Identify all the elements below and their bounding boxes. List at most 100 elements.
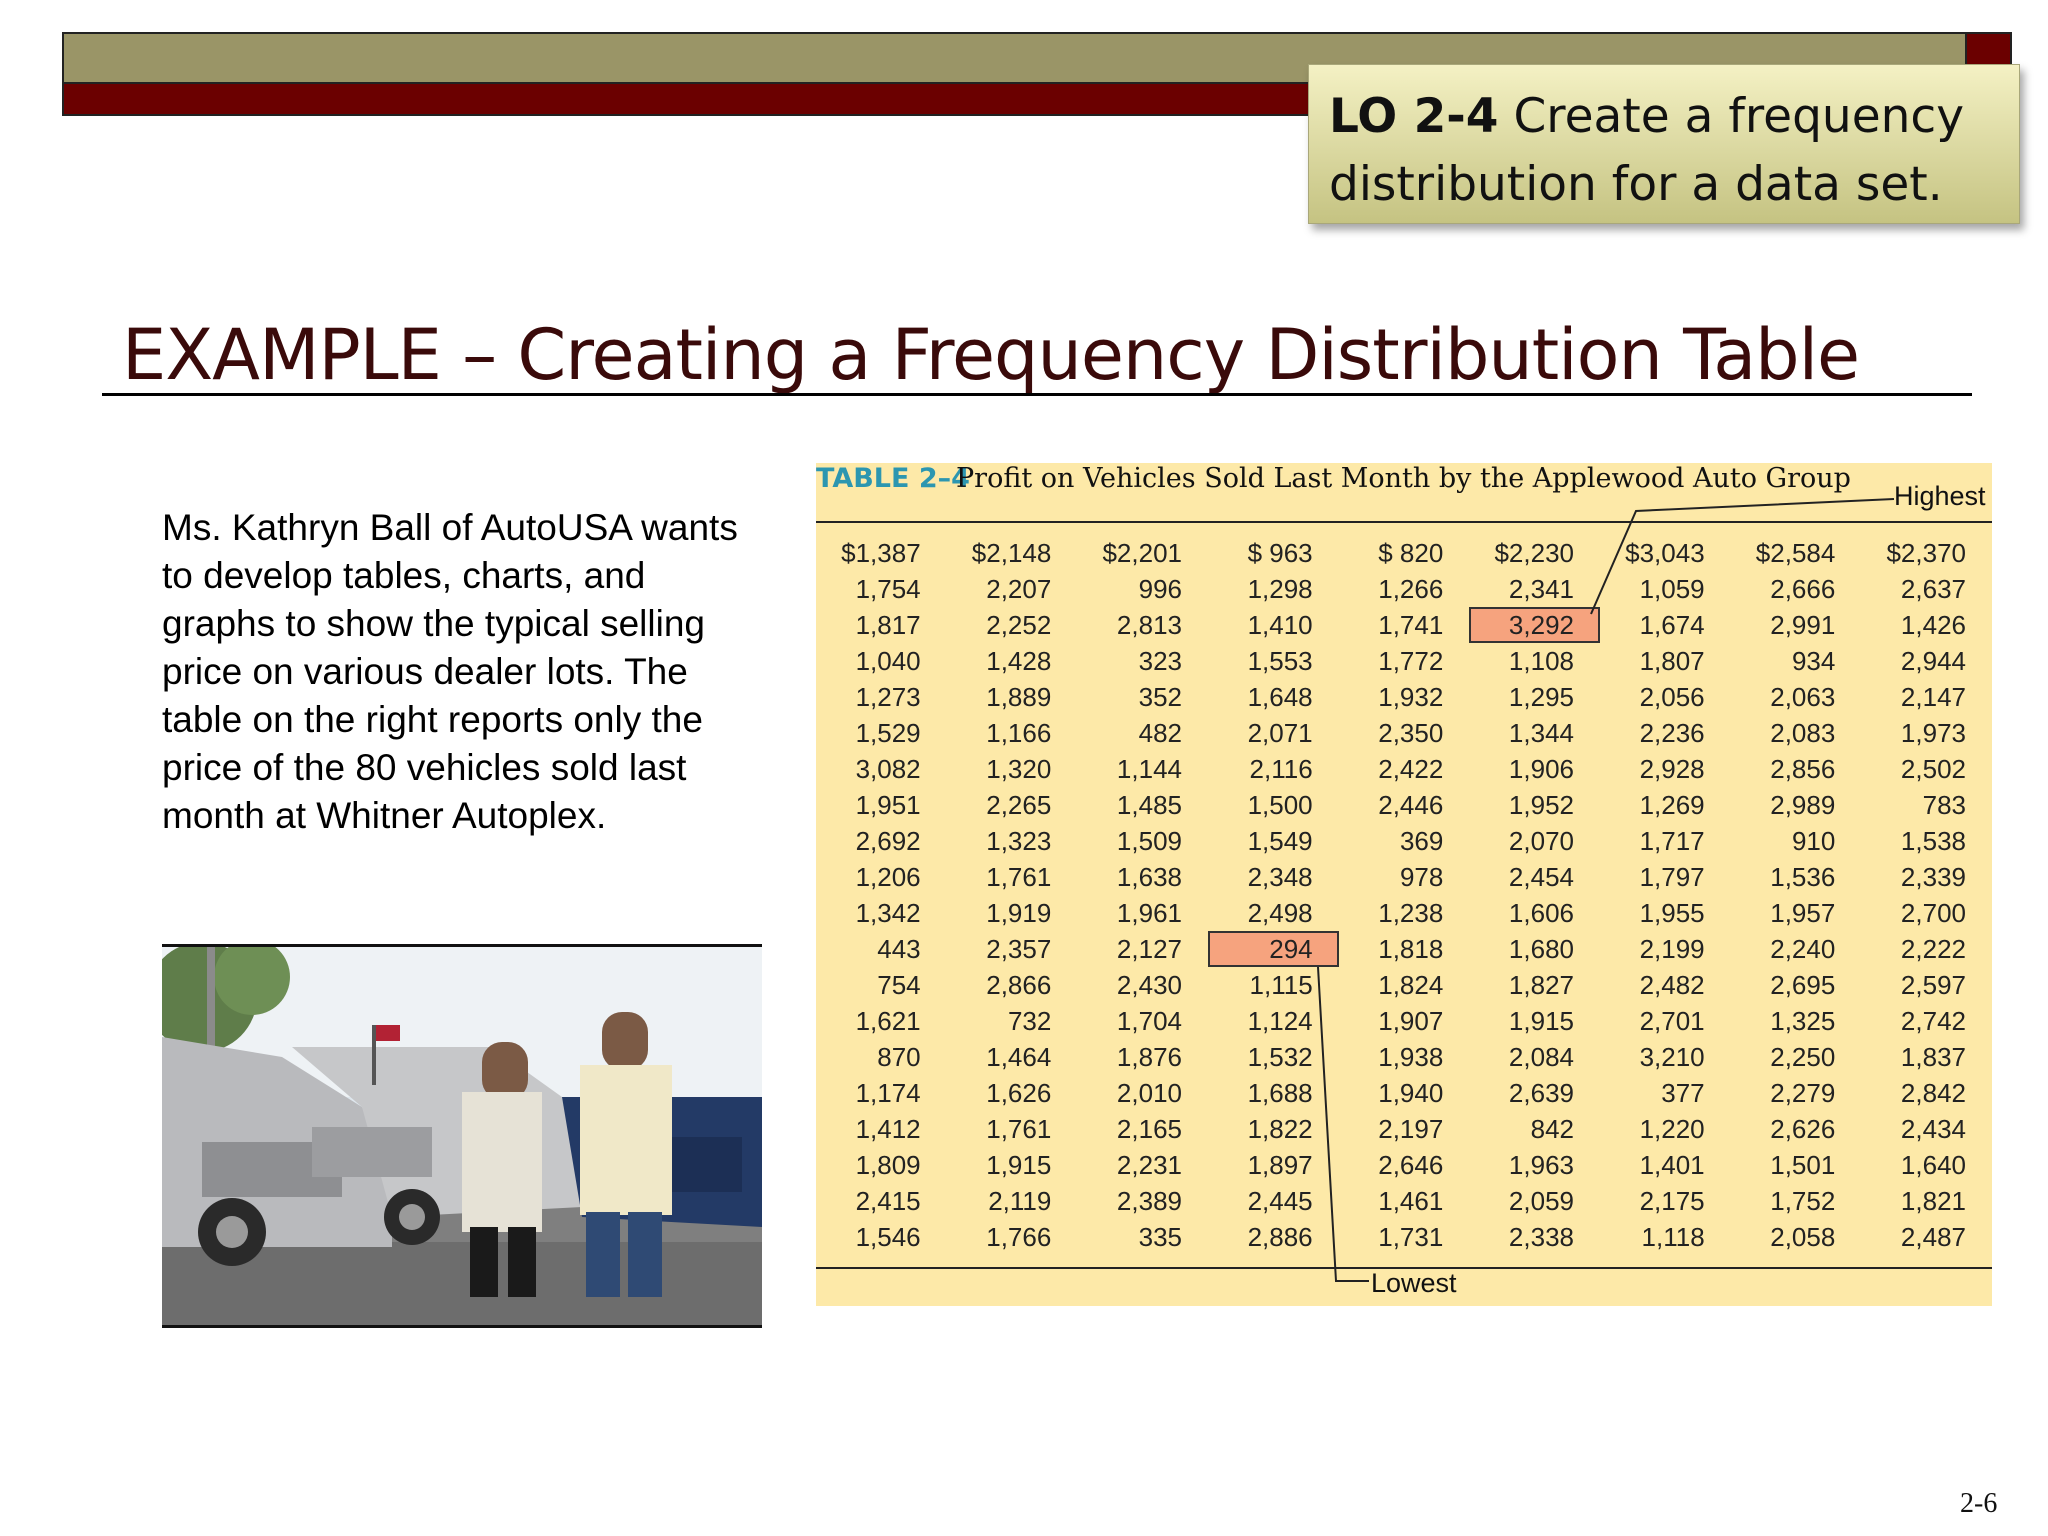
table-cell: $1,387 [841,538,921,568]
table-cell: $2,584 [1755,538,1836,568]
table-cell: 2,350 [1378,718,1444,748]
table-cell: 1,752 [1770,1186,1836,1216]
table-cell: 1,509 [1116,826,1182,856]
profit-table: TABLE 2–4 Profit on Vehicles Sold Last M… [816,463,1992,1306]
table-cell: 1,269 [1639,790,1705,820]
table-cell: 1,640 [1900,1150,1966,1180]
table-cell: 1,761 [986,1114,1052,1144]
table-cell: 1,973 [1900,718,1966,748]
table-cell: 1,464 [986,1042,1052,1072]
table-cell: 1,295 [1508,682,1574,712]
table-cell: 1,040 [855,646,921,676]
table-cell: 1,174 [855,1078,921,1108]
table-cell: $2,370 [1886,538,1966,568]
table-cell: 754 [877,970,921,1000]
table-cell: 1,342 [855,898,921,928]
table-cell: 996 [1138,574,1182,604]
table-cell: 1,108 [1508,646,1574,676]
table-cell: 870 [877,1042,921,1072]
table-cell: 2,222 [1900,934,1966,964]
table-cell: 1,648 [1247,682,1313,712]
table-cell: 1,549 [1247,826,1313,856]
table-cell: 1,606 [1508,898,1574,928]
table-cell: 1,754 [855,574,921,604]
table-cell: 1,761 [986,862,1052,892]
table-cell: 2,415 [855,1186,921,1216]
table-cell: 1,889 [986,682,1052,712]
table-cell: 1,266 [1378,574,1444,604]
table-cell: 1,704 [1116,1006,1182,1036]
table-cell: 910 [1791,826,1836,856]
table-cell: 2,070 [1508,826,1574,856]
table-cell: 2,084 [1508,1042,1574,1072]
table-cell: 1,932 [1378,682,1444,712]
table-cell: 1,206 [855,862,921,892]
table-cell: 2,279 [1770,1078,1836,1108]
table-cell: 352 [1138,682,1182,712]
table-cell: 1,957 [1770,898,1836,928]
table-cell: 1,688 [1247,1078,1313,1108]
table-cell: 1,298 [1247,574,1313,604]
table-cell: 1,940 [1378,1078,1444,1108]
table-cell: 2,059 [1508,1186,1574,1216]
table-cell: 1,680 [1508,934,1574,964]
learning-objective-box: LO 2-4 Create a frequency distribution f… [1308,64,2020,224]
table-cell: 1,166 [986,718,1052,748]
table-cell: 1,674 [1639,610,1705,640]
table-cell: 1,827 [1508,970,1574,1000]
table-cell: 2,886 [1247,1222,1313,1252]
table-cell: 2,197 [1378,1114,1444,1144]
table-cell: 1,731 [1378,1222,1444,1252]
table-cell: 2,991 [1770,610,1836,640]
table-cell: 2,637 [1900,574,1966,604]
table-cell: 2,348 [1247,862,1313,892]
table-grid: $1,387 $2,148 $2,201 $ 963 $ 820 $2,230 $3,043… [816,535,1992,1252]
objective-code: LO 2-4 [1329,89,1499,144]
table-cell: 2,231 [1116,1150,1182,1180]
table-cell: 3,210 [1639,1042,1705,1072]
table-cell: 482 [1138,718,1182,748]
table-cell: 2,083 [1770,718,1836,748]
table-cell: 1,621 [855,1006,921,1036]
table-cell: 2,695 [1770,970,1836,1000]
table-cell: 1,538 [1900,826,1966,856]
table-cell: 2,445 [1247,1186,1313,1216]
title-underline [102,393,1972,396]
table-cell: 2,119 [988,1186,1052,1216]
table-cell: 1,238 [1378,898,1444,928]
table-cell: 1,766 [986,1222,1052,1252]
table-cell: 2,071 [1247,718,1313,748]
table-cell: 1,821 [1900,1186,1966,1216]
table-cell: 1,626 [986,1078,1052,1108]
table-cell: 1,797 [1639,862,1705,892]
table-cell: 2,944 [1900,646,1966,676]
table-cell: 369 [1399,826,1444,856]
table-cell: 2,236 [1639,718,1705,748]
table-cell: 2,502 [1900,754,1966,784]
table-cell: 3,082 [855,754,921,784]
car-lot-photo [162,944,762,1328]
table-cell: 2,165 [1116,1114,1182,1144]
table-top-rule [816,521,1992,523]
table-cell: 1,118 [1641,1222,1705,1252]
table-cell: 1,426 [1900,610,1966,640]
table-cell: 1,532 [1247,1042,1313,1072]
table-cell: 1,220 [1639,1114,1705,1144]
table-cell: 2,626 [1770,1114,1836,1144]
table-cell: 2,742 [1900,1006,1966,1036]
table-cell: 2,010 [1116,1078,1182,1108]
table-cell: 1,536 [1770,862,1836,892]
table-cell: 1,144 [1116,754,1182,784]
table-cell: 2,866 [986,970,1052,1000]
table-cell: $2,148 [971,538,1052,568]
table-header: TABLE 2–4 Profit on Vehicles Sold Last M… [816,463,1992,523]
table-cell: 1,824 [1378,970,1444,1000]
table-cell: 1,809 [855,1150,921,1180]
description-text: Ms. Kathryn Ball of AutoUSA wants to dev… [162,507,738,836]
table-cell: 1,323 [986,826,1052,856]
table-cell: 1,919 [986,898,1052,928]
table-cell: 1,344 [1508,718,1574,748]
table-cell: 2,389 [1116,1186,1182,1216]
table-cell: $ 963 [1247,538,1313,568]
table-cell: 2,430 [1116,970,1182,1000]
